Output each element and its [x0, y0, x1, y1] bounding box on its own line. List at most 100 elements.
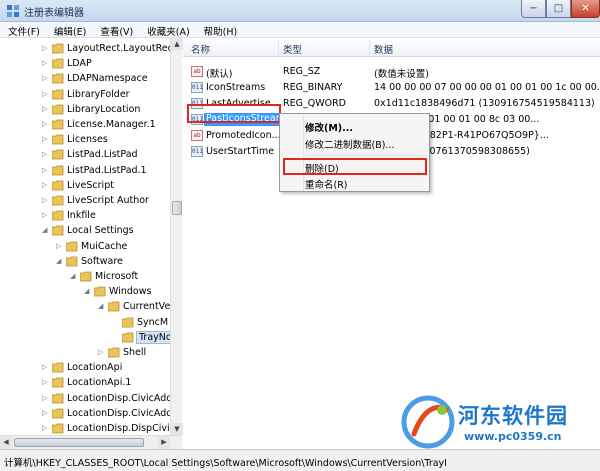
tree-item[interactable]: SyncM	[0, 315, 170, 330]
expand-arrow-icon[interactable]: ▷	[42, 409, 50, 418]
registry-editor-icon	[7, 5, 19, 17]
tree-item-label: Software	[81, 255, 123, 267]
tree-item[interactable]: ◢ Local Settings	[0, 223, 170, 238]
folder-icon	[52, 43, 64, 54]
expand-arrow-icon[interactable]: ▷	[42, 105, 50, 114]
value-data: (数值未设置)	[374, 69, 429, 80]
binary-value-icon: 011	[191, 146, 203, 157]
minimize-button[interactable]: −	[521, 0, 546, 18]
tree-item[interactable]: ▷ Shell	[0, 345, 170, 360]
tree-item[interactable]: ▷ LiveScript	[0, 178, 170, 193]
expand-arrow-icon[interactable]: ▷	[42, 363, 50, 372]
tree-vertical-scrollbar[interactable]: ▲ ▼	[170, 38, 183, 435]
expand-arrow-icon[interactable]: ▷	[42, 120, 50, 129]
scroll-up-arrow[interactable]: ▲	[171, 38, 183, 50]
status-path: 计算机\HKEY_CLASSES_ROOT\Local Settings\Sof…	[4, 458, 447, 469]
tree-item[interactable]: ◢ Windows	[0, 284, 170, 299]
tree-item[interactable]: ▷ LocationApi	[0, 360, 170, 375]
tree-item-label: LocationDisp.DispCivic	[67, 423, 175, 434]
collapse-arrow-icon[interactable]: ◢	[84, 287, 92, 296]
menu-view[interactable]: 查看(V)	[92, 22, 139, 38]
collapse-arrow-icon[interactable]: ◢	[98, 302, 106, 311]
tree-item[interactable]: ▷ ListPad.ListPad	[0, 147, 170, 162]
registry-value-row[interactable]: 011 IconStreams REG_BINARY 14 00 00 00 07 0…	[183, 80, 600, 96]
expand-arrow-icon[interactable]: ▷	[42, 394, 50, 403]
scroll-left-arrow[interactable]: ◀	[0, 436, 12, 449]
folder-icon	[66, 256, 78, 267]
tree-item[interactable]: ▷ License.Manager.1	[0, 117, 170, 132]
tree-item[interactable]: ◢ Microsoft	[0, 269, 170, 284]
scroll-down-arrow[interactable]: ▼	[171, 423, 183, 435]
menu-edit[interactable]: 编辑(E)	[46, 22, 92, 38]
tree-item-label: CurrentVe	[123, 301, 171, 313]
collapse-arrow-icon[interactable]: ◢	[70, 272, 78, 281]
tree-item-label: LocationDisp.CivicAddr	[67, 392, 177, 404]
tree-horizontal-scrollbar[interactable]: ◀ ▶	[0, 435, 182, 449]
tree-item-label: LDAP	[67, 58, 92, 70]
tree-item[interactable]: ▷ LayoutRect.LayoutRect.	[0, 41, 180, 56]
expand-arrow-icon[interactable]: ▷	[42, 166, 50, 175]
expand-arrow-icon[interactable]	[112, 333, 120, 342]
tree-item[interactable]: ▷ LDAP	[0, 56, 170, 71]
tree-item[interactable]: ▷ LocationDisp.CivicAddr	[0, 406, 176, 421]
expand-arrow-icon[interactable]: ▷	[42, 59, 50, 68]
value-name: PromotedIcon...	[206, 130, 281, 141]
tree-item[interactable]: ▷ LiveScript Author	[0, 193, 170, 208]
menu-file[interactable]: 文件(F)	[0, 22, 46, 38]
tree-item-label: Windows	[109, 286, 152, 298]
value-data: 14 00 00 00 07 00 00 00 01 00 01 00 1c 0…	[374, 82, 600, 93]
tree-item-label: Licenses	[67, 134, 108, 146]
expand-arrow-icon[interactable]	[112, 318, 120, 327]
expand-arrow-icon[interactable]: ▷	[42, 74, 50, 83]
expand-arrow-icon[interactable]: ▷	[42, 196, 50, 205]
column-type-header[interactable]: 类型	[283, 42, 302, 56]
expand-arrow-icon[interactable]: ▷	[42, 44, 50, 53]
tree-item[interactable]: ▷ LDAPNamespace	[0, 71, 170, 86]
expand-arrow-icon[interactable]: ▷	[42, 150, 50, 159]
tree-item[interactable]: ▷ LocationApi.1	[0, 375, 170, 390]
expand-arrow-icon[interactable]: ▷	[56, 242, 64, 251]
menu-favorites[interactable]: 收藏夹(A)	[139, 22, 195, 38]
tree-item-label: Microsoft	[95, 271, 139, 282]
folder-icon	[122, 317, 134, 327]
expand-arrow-icon[interactable]: ▷	[42, 211, 50, 220]
expand-arrow-icon[interactable]: ▷	[42, 135, 50, 144]
collapse-arrow-icon[interactable]: ◢	[42, 226, 50, 235]
context-menu-modify[interactable]: 修改(M)...	[305, 120, 353, 134]
expand-arrow-icon[interactable]: ▷	[42, 181, 50, 190]
context-menu-rename[interactable]: 重命名(R)	[305, 177, 348, 191]
scroll-thumb[interactable]	[14, 438, 144, 447]
close-button[interactable]: ✕	[571, 0, 600, 18]
column-name-header[interactable]: 名称	[191, 42, 210, 56]
maximize-button[interactable]: □	[546, 0, 571, 18]
tree-item[interactable]: ▷ MuiCache	[0, 239, 170, 254]
expand-arrow-icon[interactable]: ▷	[98, 348, 106, 357]
tree-item[interactable]: ▷ ListPad.ListPad.1	[0, 163, 170, 178]
registry-tree[interactable]: ▷ LayoutRect.LayoutRect. ▷ LDAP ▷ LDAPNamespa…	[0, 38, 182, 449]
folder-icon	[52, 180, 64, 191]
menu-help[interactable]: 帮助(H)	[196, 22, 244, 38]
context-menu-modify-binary[interactable]: 修改二进制数据(B)...	[305, 137, 395, 151]
registry-value-row[interactable]: ab (默认) REG_SZ (数值未设置)	[183, 64, 600, 80]
tree-item[interactable]: ◢ Software	[0, 254, 170, 269]
expand-arrow-icon[interactable]: ▷	[42, 378, 50, 387]
tree-item[interactable]: TrayNo	[0, 330, 175, 345]
scroll-thumb[interactable]	[172, 201, 182, 215]
watermark-title: 河东软件园	[458, 404, 568, 428]
folder-icon	[94, 286, 106, 297]
tree-item[interactable]: ▷ LibraryLocation	[0, 102, 170, 117]
tree-item[interactable]: ◢ CurrentVe	[0, 299, 170, 314]
delete-highlight	[283, 158, 427, 175]
tree-item[interactable]: ▷ Inkfile	[0, 208, 170, 223]
tree-item[interactable]: ▷ LocationDisp.CivicAddr	[0, 391, 176, 406]
collapse-arrow-icon[interactable]: ◢	[56, 257, 64, 266]
column-data-header[interactable]: 数据	[374, 42, 393, 56]
folder-icon	[52, 73, 64, 84]
expand-arrow-icon[interactable]: ▷	[42, 424, 50, 433]
expand-arrow-icon[interactable]: ▷	[42, 90, 50, 99]
scroll-right-arrow[interactable]: ▶	[158, 436, 170, 449]
tree-item[interactable]: ▷ LocationDisp.DispCivic	[0, 421, 175, 436]
tree-item[interactable]: ▷ LibraryFolder	[0, 87, 170, 102]
string-value-icon: ab	[191, 130, 203, 141]
tree-item[interactable]: ▷ Licenses	[0, 132, 170, 147]
